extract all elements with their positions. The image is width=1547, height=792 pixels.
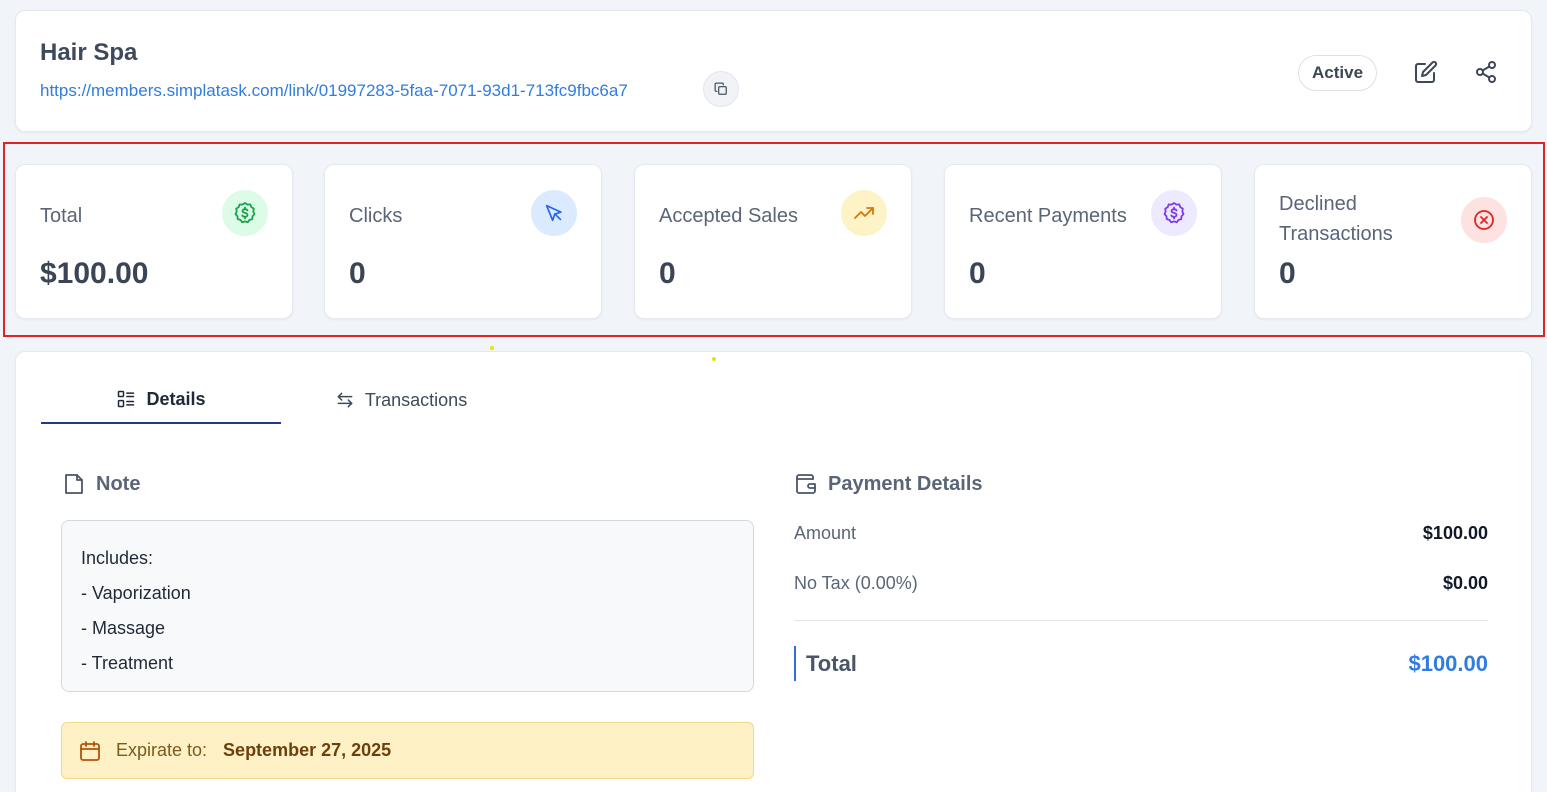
arrows-swap-icon — [337, 392, 353, 408]
tab-label: Details — [146, 388, 206, 409]
tab-details[interactable]: Details — [41, 376, 281, 424]
total-value: $100.00 — [1408, 650, 1488, 676]
stat-value: $100.00 — [40, 257, 149, 290]
payment-row-value: $0.00 — [1442, 573, 1488, 593]
dollar-badge-icon — [222, 190, 268, 236]
tab-label: Transactions — [364, 389, 468, 410]
link-title: Hair Spa — [40, 39, 138, 66]
note-line: - Treatment — [81, 653, 174, 673]
stat-label: Declined Transactions — [1279, 193, 1393, 245]
edit-icon — [1415, 60, 1438, 83]
calendar-icon — [80, 740, 100, 761]
x-circle-icon — [1461, 197, 1507, 243]
stat-value: 0 — [659, 257, 676, 290]
note-title: Note — [96, 472, 141, 495]
stat-label: Total — [40, 205, 83, 227]
stat-card-clicks: Clicks 0 — [324, 164, 602, 319]
note-line: - Massage — [81, 618, 166, 638]
stat-card-total: Total $100.00 — [15, 164, 293, 319]
share-button[interactable] — [1468, 54, 1504, 90]
expiration-label: Expirate to: — [116, 740, 208, 760]
note-section-title: Note — [62, 472, 140, 496]
payment-row-amount: Amount $100.00 — [794, 523, 1488, 544]
stat-card-accepted-sales: Accepted Sales 0 — [634, 164, 912, 319]
note-line: - Vaporization — [81, 583, 191, 603]
stat-value: 0 — [349, 257, 366, 290]
payment-total-row: Total $100.00 — [794, 646, 1488, 681]
stat-label: Accepted Sales — [659, 205, 798, 227]
stat-label: Recent Payments — [969, 205, 1127, 227]
copy-link-button[interactable] — [703, 71, 739, 107]
total-label: Total — [806, 650, 857, 676]
copy-icon — [714, 82, 727, 95]
payment-row-label: No Tax (0.00%) — [794, 573, 918, 593]
stat-label: Clicks — [349, 205, 403, 227]
decorative-dot — [712, 357, 716, 361]
edit-button[interactable] — [1408, 54, 1444, 90]
list-details-icon — [118, 390, 135, 408]
payment-divider — [794, 620, 1488, 621]
stat-card-declined-transactions: Declined Transactions 0 — [1254, 164, 1532, 319]
details-card: Details Transactions Note Includes: - Va… — [15, 351, 1532, 792]
expiration-date: September 27, 2025 — [223, 740, 392, 760]
stat-value: 0 — [1279, 257, 1296, 290]
link-url[interactable]: https://members.simplatask.com/link/0199… — [40, 81, 628, 101]
trending-up-icon — [841, 190, 887, 236]
stat-value: 0 — [969, 257, 986, 290]
payment-row-tax: No Tax (0.00%) $0.00 — [794, 573, 1488, 594]
cursor-pointer-icon — [531, 190, 577, 236]
stat-card-recent-payments: Recent Payments 0 — [944, 164, 1222, 319]
payment-title: Payment Details — [828, 472, 983, 495]
expiration-banner: Expirate to: September 27, 2025 — [61, 722, 754, 779]
wallet-icon — [796, 474, 816, 494]
note-line: Includes: — [81, 548, 154, 568]
payment-section-title: Payment Details — [794, 472, 983, 496]
link-header-card: Hair Spa https://members.simplatask.com/… — [15, 10, 1532, 132]
note-content: Includes: - Vaporization - Massage - Tre… — [61, 520, 754, 692]
dollar-badge-icon — [1151, 190, 1197, 236]
payment-row-label: Amount — [794, 523, 857, 543]
decorative-dot — [490, 346, 494, 350]
share-icon — [1476, 61, 1496, 83]
status-badge: Active — [1298, 55, 1378, 91]
note-icon — [65, 474, 83, 494]
payment-row-value: $100.00 — [1422, 523, 1488, 543]
tab-transactions[interactable]: Transactions — [281, 376, 521, 424]
